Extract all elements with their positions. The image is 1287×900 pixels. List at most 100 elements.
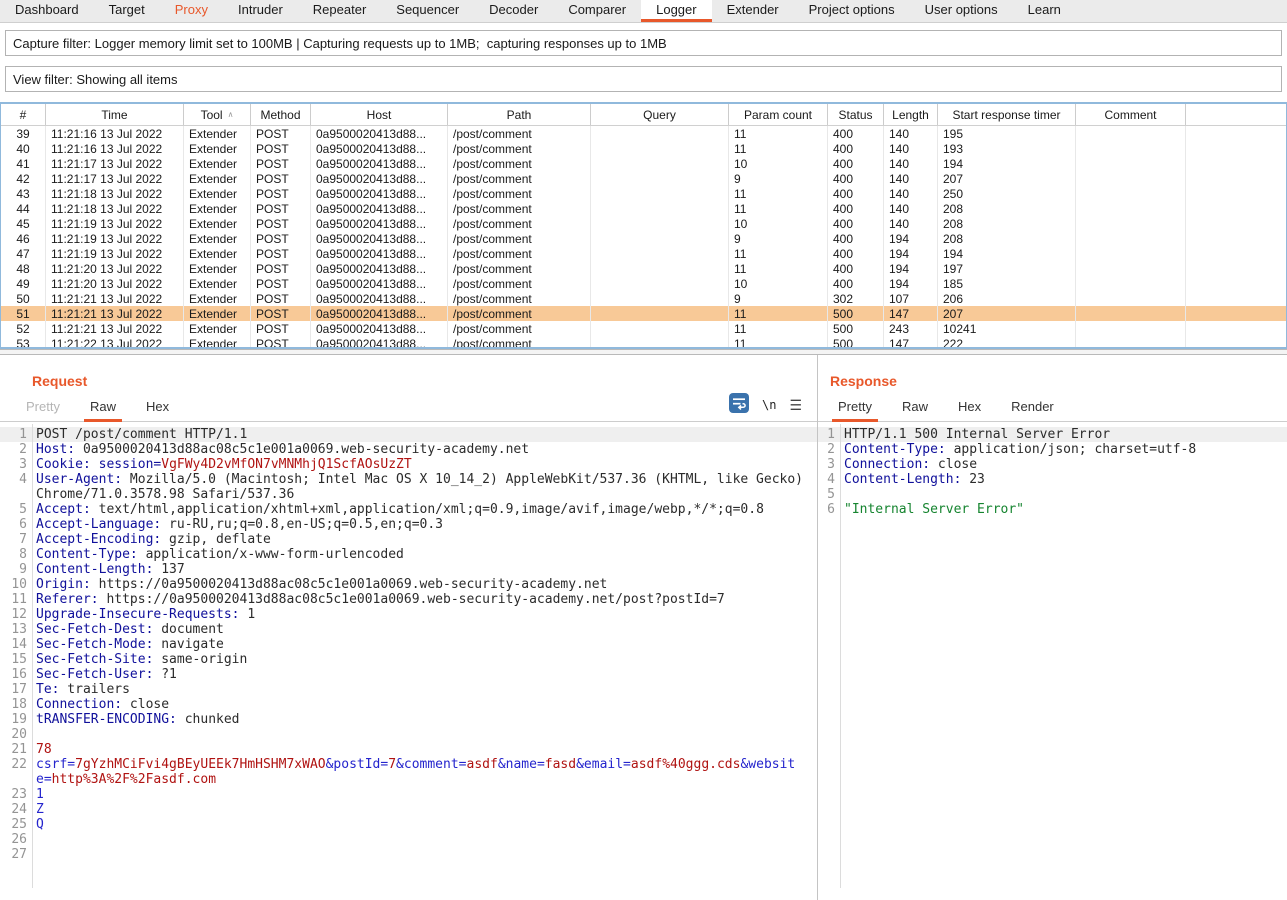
cell-param-count: 11	[729, 141, 828, 156]
table-row[interactable]: 3911:21:16 13 Jul 2022ExtenderPOST0a9500…	[1, 126, 1286, 141]
column-header--[interactable]: #	[1, 104, 46, 125]
cell-path: /post/comment	[448, 306, 591, 321]
column-header-length[interactable]: Length	[884, 104, 938, 125]
table-row[interactable]: 5011:21:21 13 Jul 2022ExtenderPOST0a9500…	[1, 291, 1286, 306]
cell-num: 43	[1, 186, 46, 201]
table-row[interactable]: 4511:21:19 13 Jul 2022ExtenderPOST0a9500…	[1, 216, 1286, 231]
cell-status: 500	[828, 336, 884, 349]
cell-timer: 208	[938, 216, 1076, 231]
table-row[interactable]: 4611:21:19 13 Jul 2022ExtenderPOST0a9500…	[1, 231, 1286, 246]
cell-host: 0a9500020413d88...	[311, 291, 448, 306]
column-header-comment[interactable]: Comment	[1076, 104, 1186, 125]
response-editor[interactable]: 1HTTP/1.1 500 Internal Server Error2Cont…	[818, 424, 1287, 888]
cell-tool: Extender	[184, 291, 251, 306]
menu-item-target[interactable]: Target	[94, 0, 160, 22]
cell-host: 0a9500020413d88...	[311, 141, 448, 156]
cell-host: 0a9500020413d88...	[311, 261, 448, 276]
response-tab-hex[interactable]: Hex	[952, 399, 987, 422]
menu-item-decoder[interactable]: Decoder	[474, 0, 553, 22]
request-tab-pretty[interactable]: Pretty	[20, 399, 66, 422]
cell-comment	[1076, 216, 1186, 231]
column-header-status[interactable]: Status	[828, 104, 884, 125]
cell-host: 0a9500020413d88...	[311, 321, 448, 336]
menu-item-logger[interactable]: Logger	[641, 0, 711, 22]
line-number: 23	[0, 787, 32, 802]
response-tab-raw[interactable]: Raw	[896, 399, 934, 422]
table-row[interactable]: 4311:21:18 13 Jul 2022ExtenderPOST0a9500…	[1, 186, 1286, 201]
table-row[interactable]: 4411:21:18 13 Jul 2022ExtenderPOST0a9500…	[1, 201, 1286, 216]
column-header-host[interactable]: Host	[311, 104, 448, 125]
column-header-path[interactable]: Path	[448, 104, 591, 125]
menu-item-dashboard[interactable]: Dashboard	[0, 0, 94, 22]
cell-comment	[1076, 201, 1186, 216]
line-content: POST /post/comment HTTP/1.1	[32, 427, 817, 442]
column-header-start-response-timer[interactable]: Start response timer	[938, 104, 1076, 125]
menu-item-learn[interactable]: Learn	[1013, 0, 1076, 22]
column-header-query[interactable]: Query	[591, 104, 729, 125]
request-tab-raw[interactable]: Raw	[84, 399, 122, 422]
menu-item-user-options[interactable]: User options	[910, 0, 1013, 22]
response-tab-render[interactable]: Render	[1005, 399, 1060, 422]
editor-line: 18Connection: close	[0, 697, 817, 712]
table-row[interactable]: 4711:21:19 13 Jul 2022ExtenderPOST0a9500…	[1, 246, 1286, 261]
line-number: 1	[818, 427, 840, 442]
editor-menu-icon[interactable]: ☰	[789, 398, 802, 412]
line-content: Accept-Language: ru-RU,ru;q=0.8,en-US;q=…	[32, 517, 817, 532]
menu-item-proxy[interactable]: Proxy	[160, 0, 223, 22]
line-number: 5	[818, 487, 840, 502]
cell-timer: 185	[938, 276, 1076, 291]
cell-comment	[1076, 336, 1186, 349]
show-newlines-toggle-icon[interactable]: \n	[762, 398, 776, 412]
menu-item-extender[interactable]: Extender	[712, 0, 794, 22]
response-tab-pretty[interactable]: Pretty	[832, 399, 878, 422]
capture-filter-bar[interactable]: Capture filter: Logger memory limit set …	[5, 30, 1282, 56]
line-content: Q	[32, 817, 817, 832]
cell-method: POST	[251, 141, 311, 156]
line-number: 13	[0, 622, 32, 637]
request-title: Request	[32, 373, 817, 389]
line-content: Connection: close	[32, 697, 817, 712]
cell-method: POST	[251, 306, 311, 321]
cell-path: /post/comment	[448, 291, 591, 306]
line-number: 8	[0, 547, 32, 562]
column-header-param-count[interactable]: Param count	[729, 104, 828, 125]
cell-time: 11:21:18 13 Jul 2022	[46, 201, 184, 216]
cell-tool: Extender	[184, 306, 251, 321]
table-row[interactable]: 4011:21:16 13 Jul 2022ExtenderPOST0a9500…	[1, 141, 1286, 156]
table-row[interactable]: 4211:21:17 13 Jul 2022ExtenderPOST0a9500…	[1, 171, 1286, 186]
editor-line: 8Content-Type: application/x-www-form-ur…	[0, 547, 817, 562]
column-header-time[interactable]: Time	[46, 104, 184, 125]
table-row[interactable]: 5311:21:22 13 Jul 2022ExtenderPOST0a9500…	[1, 336, 1286, 349]
column-header-method[interactable]: Method	[251, 104, 311, 125]
column-header-tool[interactable]: Tool∧	[184, 104, 251, 125]
view-filter-bar[interactable]: View filter: Showing all items	[5, 66, 1282, 92]
cell-query	[591, 141, 729, 156]
cell-tool: Extender	[184, 336, 251, 349]
cell-path: /post/comment	[448, 126, 591, 141]
menu-item-comparer[interactable]: Comparer	[553, 0, 641, 22]
table-row[interactable]: 4811:21:20 13 Jul 2022ExtenderPOST0a9500…	[1, 261, 1286, 276]
editor-line: 14Sec-Fetch-Mode: navigate	[0, 637, 817, 652]
table-row[interactable]: 4111:21:17 13 Jul 2022ExtenderPOST0a9500…	[1, 156, 1286, 171]
table-row[interactable]: 5111:21:21 13 Jul 2022ExtenderPOST0a9500…	[1, 306, 1286, 321]
cell-path: /post/comment	[448, 336, 591, 349]
table-row[interactable]: 5211:21:21 13 Jul 2022ExtenderPOST0a9500…	[1, 321, 1286, 336]
menu-item-repeater[interactable]: Repeater	[298, 0, 381, 22]
menu-item-project-options[interactable]: Project options	[794, 0, 910, 22]
menu-item-intruder[interactable]: Intruder	[223, 0, 298, 22]
cell-time: 11:21:20 13 Jul 2022	[46, 261, 184, 276]
request-editor[interactable]: 1POST /post/comment HTTP/1.12Host: 0a950…	[0, 424, 817, 888]
table-row[interactable]: 4911:21:20 13 Jul 2022ExtenderPOST0a9500…	[1, 276, 1286, 291]
menu-item-sequencer[interactable]: Sequencer	[381, 0, 474, 22]
line-number: 27	[0, 847, 32, 862]
cell-path: /post/comment	[448, 231, 591, 246]
line-content: "Internal Server Error"	[840, 502, 1287, 517]
cell-length: 140	[884, 141, 938, 156]
cell-path: /post/comment	[448, 261, 591, 276]
cell-path: /post/comment	[448, 276, 591, 291]
editor-line: 2Content-Type: application/json; charset…	[818, 442, 1287, 457]
soft-wrap-icon[interactable]	[729, 393, 749, 416]
cell-timer: 207	[938, 171, 1076, 186]
request-tab-hex[interactable]: Hex	[140, 399, 175, 422]
cell-method: POST	[251, 276, 311, 291]
